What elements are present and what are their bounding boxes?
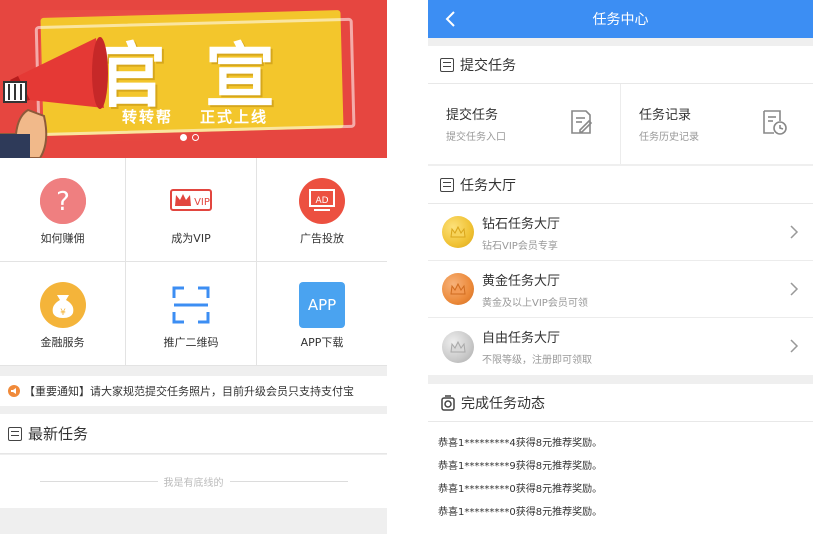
nav-bar: 任务中心 — [428, 0, 813, 38]
back-arrow-icon[interactable] — [442, 9, 460, 29]
carousel-dot[interactable] — [192, 134, 199, 141]
section-title: 完成任务动态 — [461, 395, 545, 412]
gold-medal-icon — [442, 216, 474, 248]
notice-text: 【重要通知】请大家规范提交任务照片，目前升级会员只支持支付宝 — [24, 385, 354, 398]
chevron-right-icon — [790, 225, 799, 239]
chevron-right-icon — [790, 282, 799, 296]
list-end-indicator: 我是有底线的 — [0, 455, 387, 508]
menu-label: 金融服务 — [40, 336, 85, 349]
banner-subtitle-1: 转转帮 — [122, 108, 174, 126]
end-text: 我是有底线的 — [163, 478, 224, 489]
submit-task-entry[interactable]: 提交任务 提交任务入口 — [428, 84, 620, 164]
latest-tasks-header: 最新任务 — [0, 414, 387, 454]
clock-icon — [441, 394, 455, 411]
submit-section-header: 提交任务 — [428, 46, 813, 84]
menu-app-download[interactable]: APP APP下载 — [257, 262, 387, 366]
free-hall-row[interactable]: 自由任务大厅 不限等级，注册即可领取 — [428, 318, 813, 375]
task-hall-section: 任务大厅 钻石任务大厅 钻石VIP会员专享 黄金任务大厅 黄金及以上VIP会员可… — [428, 166, 813, 375]
menu-become-vip[interactable]: VIP 成为VIP — [126, 158, 257, 262]
banner-subtitle-2: 正式上线 — [200, 108, 269, 126]
menu-label: 推广二维码 — [163, 336, 219, 349]
svg-text:VIP: VIP — [194, 197, 210, 208]
gold-hall-row[interactable]: 黄金任务大厅 黄金及以上VIP会员可领 — [428, 261, 813, 318]
list-icon — [8, 426, 22, 441]
chevron-right-icon — [790, 339, 799, 353]
hall-title: 自由任务大厅 — [482, 331, 561, 346]
task-hall-header: 任务大厅 — [428, 166, 813, 204]
qr-scan-icon — [168, 282, 214, 328]
hall-title: 钻石任务大厅 — [482, 216, 561, 232]
home-screen: 官 宣 转转帮 正式上线 ? 如何赚佣 VIP 成为VIP AD 广告投放 ¥ … — [0, 0, 387, 534]
speaker-icon — [8, 385, 20, 397]
completion-feed-section: 完成任务动态 恭喜1*********4获得8元推荐奖励。 恭喜1*******… — [428, 384, 813, 534]
task-history-entry[interactable]: 任务记录 任务历史记录 — [620, 84, 813, 164]
app-icon: APP — [299, 282, 345, 328]
menu-label: APP下载 — [300, 336, 344, 349]
menu-finance[interactable]: ¥ 金融服务 — [0, 262, 126, 366]
menu-how-to-earn[interactable]: ? 如何赚佣 — [0, 158, 126, 262]
hall-subtitle: 钻石VIP会员专享 — [482, 240, 558, 252]
feed-item: 恭喜1*********0获得8元推荐奖励。 — [438, 484, 603, 495]
edit-doc-icon — [571, 110, 593, 134]
notice-bar[interactable]: 【重要通知】请大家规范提交任务照片，目前升级会员只支持支付宝 — [0, 376, 387, 406]
history-doc-icon — [763, 110, 787, 135]
question-icon: ? — [39, 178, 86, 224]
list-icon — [440, 57, 454, 72]
feed-item: 恭喜1*********9获得8元推荐奖励。 — [438, 461, 603, 472]
latest-tasks-title: 最新任务 — [28, 425, 89, 443]
menu-advertising[interactable]: AD 广告投放 — [257, 158, 387, 262]
svg-text:?: ? — [56, 187, 70, 217]
completion-feed-header: 完成任务动态 — [428, 384, 813, 422]
feed-item: 恭喜1*********4获得8元推荐奖励。 — [438, 438, 603, 449]
ad-icon: AD — [299, 178, 345, 224]
feature-grid: ? 如何赚佣 VIP 成为VIP AD 广告投放 ¥ 金融服务 推广二维码 AP… — [0, 158, 387, 366]
section-title: 提交任务 — [460, 57, 516, 74]
vip-crown-icon: VIP — [168, 178, 214, 224]
feed-item: 恭喜1*********0获得8元推荐奖励。 — [438, 507, 603, 518]
megaphone-icon — [0, 37, 108, 158]
svg-text:AD: AD — [315, 196, 328, 206]
menu-label: 成为VIP — [171, 232, 211, 245]
app-icon-text: APP — [307, 296, 337, 314]
completion-feed-list: 恭喜1*********4获得8元推荐奖励。 恭喜1*********9获得8元… — [428, 422, 813, 524]
hall-title: 黄金任务大厅 — [482, 273, 561, 289]
money-bag-icon: ¥ — [39, 282, 86, 328]
svg-text:¥: ¥ — [60, 308, 66, 318]
submit-section: 提交任务 提交任务 提交任务入口 任务记录 任务历史记录 — [428, 46, 813, 164]
bronze-medal-icon — [442, 273, 474, 305]
menu-label: 广告投放 — [300, 232, 344, 245]
section-title: 任务大厅 — [460, 177, 516, 194]
diamond-hall-row[interactable]: 钻石任务大厅 钻石VIP会员专享 — [428, 204, 813, 261]
menu-promo-qrcode[interactable]: 推广二维码 — [126, 262, 257, 366]
menu-label: 如何赚佣 — [40, 232, 85, 245]
hall-subtitle: 黄金及以上VIP会员可领 — [482, 297, 588, 309]
page-title: 任务中心 — [592, 12, 649, 28]
task-center-screen: 任务中心 提交任务 提交任务 提交任务入口 任务记录 任务历史记录 任务大厅 钻… — [428, 0, 813, 534]
carousel-dot[interactable] — [180, 134, 187, 141]
app-root: 官 宣 转转帮 正式上线 ? 如何赚佣 VIP 成为VIP AD 广告投放 ¥ … — [0, 0, 813, 534]
banner-carousel[interactable]: 官 宣 转转帮 正式上线 — [0, 0, 387, 158]
carousel-indicator[interactable] — [180, 134, 199, 141]
hall-subtitle: 不限等级，注册即可领取 — [482, 355, 592, 366]
silver-medal-icon — [442, 330, 474, 363]
list-icon — [440, 177, 454, 192]
